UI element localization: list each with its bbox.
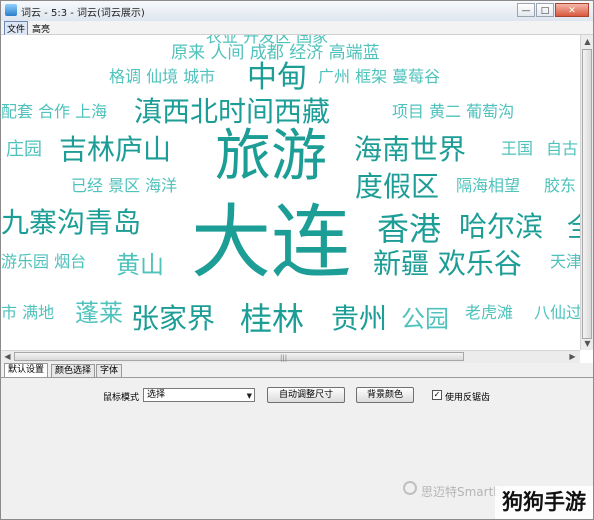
tab-color-select[interactable]: 颜色选择: [51, 364, 96, 377]
antialias-label: 使用反锯齿: [445, 393, 491, 403]
mouse-mode-select[interactable]: 选择 ▼: [143, 388, 255, 402]
mouse-mode-value: 选择: [147, 390, 166, 400]
word-cloud-word[interactable]: 张家界: [131, 305, 215, 333]
word-cloud-word[interactable]: 项目 黄二 葡萄沟: [392, 104, 514, 120]
word-cloud-word[interactable]: 八仙过: [534, 305, 580, 321]
word-cloud-word[interactable]: 哈尔滨: [459, 213, 543, 241]
word-cloud-word[interactable]: 新疆 欢乐谷: [373, 250, 522, 278]
title-bar[interactable]: 词云 - 5:3 - 词云(词云展示) — □ ✕: [1, 1, 593, 22]
word-cloud-word[interactable]: 游乐园 烟台: [1, 254, 86, 270]
vertical-scrollbar[interactable]: ▲ ▼: [580, 35, 593, 350]
scroll-left-icon[interactable]: ◀: [2, 351, 13, 362]
app-icon: [5, 4, 17, 16]
word-cloud-word[interactable]: 九寨沟青岛: [1, 209, 141, 237]
word-cloud-word[interactable]: 旅游: [215, 129, 327, 185]
word-cloud-word[interactable]: 滇西北时间西藏: [134, 98, 330, 126]
word-cloud-word[interactable]: 吉林庐山: [59, 136, 171, 164]
background-color-button[interactable]: 背景颜色: [356, 387, 414, 403]
word-cloud-word[interactable]: 胶东: [544, 178, 576, 194]
word-cloud-word[interactable]: 海南世界: [354, 136, 466, 164]
word-cloud-word[interactable]: 公园: [401, 307, 449, 331]
maximize-button[interactable]: □: [536, 3, 554, 17]
watermark: 思迈特Smartbi: [403, 481, 505, 500]
antialias-checkbox[interactable]: ✓: [432, 390, 442, 400]
auto-resize-button[interactable]: 自动调整尺寸: [267, 387, 345, 403]
window-title: 词云 - 5:3 - 词云(词云展示): [21, 8, 145, 19]
horizontal-scroll-thumb[interactable]: |||: [14, 352, 464, 362]
watermark-text: 思迈特Smartbi: [421, 485, 505, 499]
mouse-mode-label: 鼠标模式: [103, 393, 140, 403]
word-cloud-word[interactable]: 中甸: [247, 63, 307, 93]
app-window: 词云 - 5:3 - 词云(词云展示) — □ ✕ 文件 高亮 农业 开发区 国…: [0, 0, 594, 520]
word-cloud-word[interactable]: 老虎滩: [465, 305, 513, 321]
menu-highlight[interactable]: 高亮: [32, 22, 50, 35]
scroll-right-icon[interactable]: ▶: [567, 351, 578, 362]
horizontal-scrollbar[interactable]: ◀ ||| ▶: [1, 350, 580, 363]
wechat-icon: [403, 481, 417, 495]
word-cloud-word[interactable]: 香港: [377, 213, 441, 245]
site-badge: 狗狗手游: [495, 486, 593, 519]
scroll-down-icon[interactable]: ▼: [582, 338, 593, 349]
tab-font[interactable]: 字体: [96, 364, 123, 377]
word-cloud-word[interactable]: 蓬莱: [75, 301, 123, 325]
word-cloud-word[interactable]: 黄山: [116, 253, 164, 277]
word-cloud-word[interactable]: 自古: [546, 141, 578, 157]
word-cloud-word[interactable]: 度假区: [355, 173, 439, 201]
word-cloud-word[interactable]: 贵州: [331, 305, 387, 333]
word-cloud-word[interactable]: 大连: [191, 203, 351, 283]
word-cloud-word[interactable]: 庄园: [6, 141, 42, 159]
checkmark-icon: ✓: [433, 390, 441, 399]
tab-default-settings[interactable]: 默认设置: [4, 363, 49, 377]
word-cloud-word[interactable]: 隔海相望: [456, 178, 520, 194]
word-cloud-word[interactable]: 配套 合作 上海: [1, 104, 107, 120]
scroll-up-icon[interactable]: ▲: [582, 36, 593, 47]
word-cloud-word[interactable]: 天津: [550, 254, 580, 270]
word-cloud-word[interactable]: 广州 框架 蔓莓谷: [318, 69, 440, 85]
word-cloud-canvas[interactable]: 农业 开发区 国家 原来 人间 成都 经济 高端蓝 格调 仙境 城市 中甸 广州 框架 …: [1, 35, 580, 350]
chevron-down-icon[interactable]: ▼: [247, 390, 252, 402]
word-cloud-word[interactable]: 已经 景区 海洋: [71, 178, 177, 194]
settings-tabs: 默认设置 颜色选择 字体: [1, 363, 593, 378]
word-cloud-word[interactable]: 格调 仙境 城市: [109, 69, 215, 85]
minimize-button[interactable]: —: [517, 3, 535, 17]
close-button[interactable]: ✕: [555, 3, 589, 17]
word-cloud-word[interactable]: 全: [567, 213, 580, 241]
vertical-scroll-thumb[interactable]: [582, 49, 592, 339]
menu-bar: 文件 高亮: [1, 21, 593, 36]
word-cloud-word[interactable]: 王国: [501, 141, 533, 157]
word-cloud-word[interactable]: 桂林: [240, 303, 304, 335]
menu-file[interactable]: 文件: [4, 21, 29, 36]
scroll-grip-icon: |||: [280, 354, 288, 362]
word-cloud-word[interactable]: 市 满地: [1, 305, 54, 321]
